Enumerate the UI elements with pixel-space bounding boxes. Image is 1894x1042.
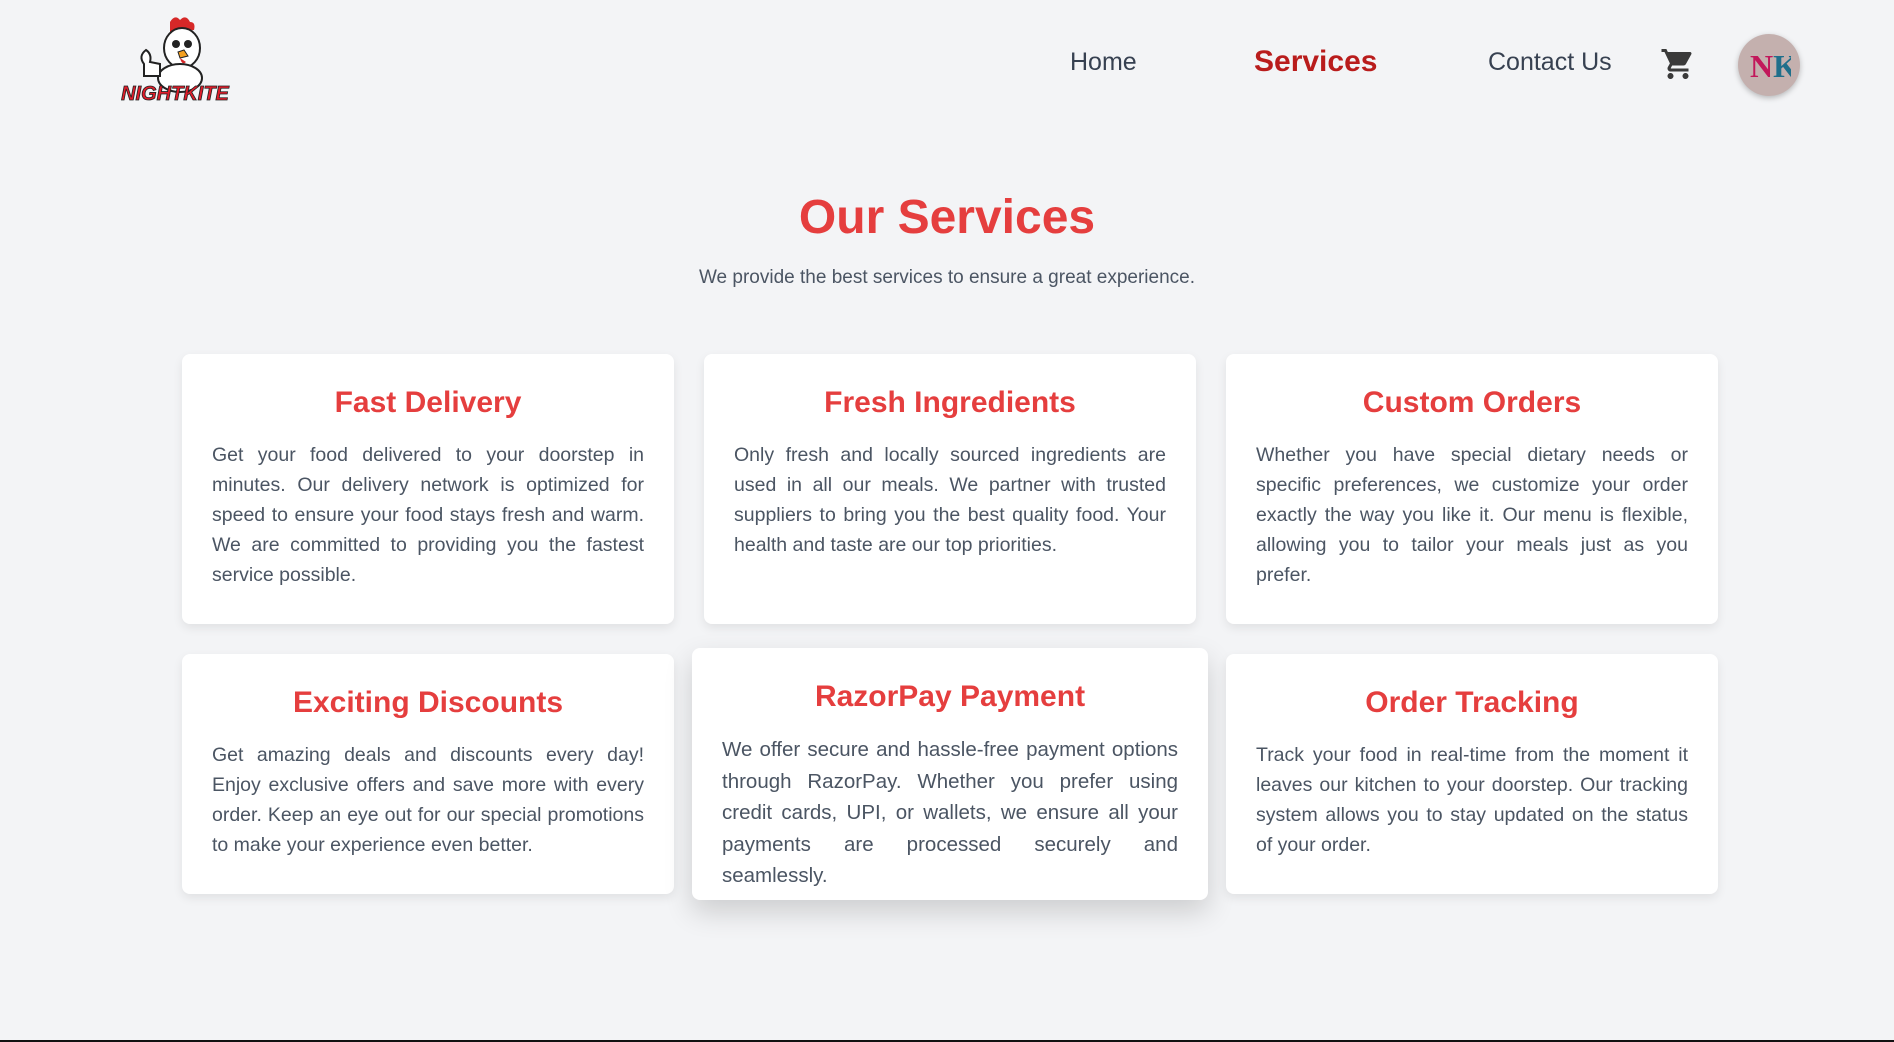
service-card-fast-delivery: Fast Delivery Get your food delivered to… bbox=[182, 354, 674, 624]
logo-wordmark: NIGHTKITE bbox=[121, 83, 229, 105]
service-card-title: Exciting Discounts bbox=[292, 686, 564, 719]
service-card-title: Custom Orders bbox=[1362, 386, 1582, 419]
nav-contact-us[interactable]: Contact Us bbox=[1488, 48, 1612, 77]
cart-icon bbox=[1661, 49, 1692, 79]
service-card-text: Get amazing deals and discounts every da… bbox=[212, 744, 644, 856]
nav-services[interactable]: Services bbox=[1254, 45, 1377, 79]
page-subtitle: We provide the best services to ensure a… bbox=[698, 267, 1196, 288]
service-card-text: We offer secure and hassle-free payment … bbox=[722, 738, 1178, 887]
service-card-title: Fresh Ingredients bbox=[824, 386, 1076, 419]
service-card-title: RazorPay Payment bbox=[814, 680, 1086, 713]
page-title: Our Services bbox=[798, 191, 1096, 244]
chicken-mascot-logo-icon: NIGHTKITE bbox=[121, 17, 230, 105]
service-card-text: Whether you have special dietary needs o… bbox=[1256, 444, 1688, 586]
cart-button[interactable] bbox=[1660, 46, 1696, 82]
service-card-custom-orders: Custom Orders Whether you have special d… bbox=[1226, 354, 1718, 624]
service-card-text: Only fresh and locally sourced ingredien… bbox=[734, 444, 1166, 556]
nav-home[interactable]: Home bbox=[1070, 48, 1137, 77]
service-card-order-tracking: Order Tracking Track your food in real-t… bbox=[1226, 654, 1718, 894]
service-card-title: Fast Delivery bbox=[334, 386, 522, 419]
service-card-fresh-ingredients: Fresh Ingredients Only fresh and locally… bbox=[704, 354, 1196, 624]
navbar: NIGHTKITE Home Services Contact Us NK bbox=[0, 0, 1894, 130]
user-avatar[interactable]: NK bbox=[1738, 34, 1800, 96]
brand-logo[interactable]: NIGHTKITE bbox=[120, 14, 230, 110]
service-card-text: Track your food in real-time from the mo… bbox=[1256, 744, 1688, 856]
service-card-exciting-discounts: Exciting Discounts Get amazing deals and… bbox=[182, 654, 674, 894]
service-card-title: Order Tracking bbox=[1365, 686, 1579, 719]
service-card-razorpay-payment: RazorPay Payment We offer secure and has… bbox=[692, 648, 1208, 900]
service-card-text: Get your food delivered to your doorstep… bbox=[212, 444, 644, 586]
avatar-initial-n: NK bbox=[1750, 48, 1791, 84]
avatar-monogram: NK bbox=[1750, 48, 1791, 84]
